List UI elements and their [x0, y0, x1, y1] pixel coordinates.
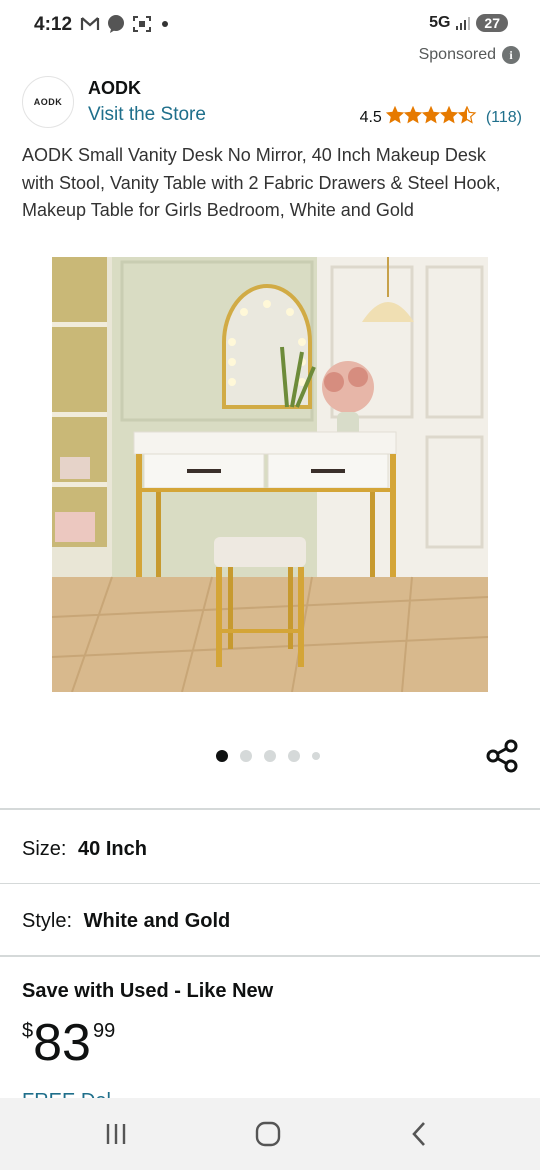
- used-offer-heading: Save with Used - Like New: [22, 980, 274, 1002]
- back-button[interactable]: [400, 1118, 440, 1150]
- section-divider: [0, 883, 540, 884]
- star-rating-icon: [386, 106, 478, 130]
- sponsored-label: Sponsored: [418, 46, 496, 63]
- brand-logo[interactable]: AODK: [22, 76, 74, 128]
- recent-apps-button[interactable]: [96, 1118, 136, 1150]
- style-value: White and Gold: [83, 910, 231, 932]
- used-price: $ 83 99: [22, 1014, 115, 1072]
- price-fraction: 99: [92, 1020, 116, 1042]
- info-icon[interactable]: i: [502, 46, 520, 64]
- status-time: 4:12: [34, 14, 73, 35]
- section-divider: [0, 955, 540, 957]
- rating-summary[interactable]: 4.5 (118): [360, 106, 522, 130]
- back-icon: [412, 1122, 425, 1146]
- network-label: 5G: [429, 14, 451, 31]
- price-whole: 83: [33, 1014, 91, 1072]
- talk-icon: [106, 15, 126, 33]
- system-status: 5G 27: [429, 14, 508, 32]
- gmail-icon: [80, 15, 100, 33]
- brand-logo-text: AODK: [33, 97, 63, 107]
- signal-icon: [456, 16, 471, 30]
- screenshot-icon: [132, 15, 152, 33]
- carousel-dot[interactable]: [312, 752, 320, 760]
- home-button[interactable]: [248, 1118, 288, 1150]
- battery-badge: 27: [476, 14, 508, 32]
- carousel-dot[interactable]: [264, 750, 276, 762]
- style-option[interactable]: Style: White and Gold: [22, 910, 230, 933]
- section-divider: [0, 808, 540, 810]
- size-option[interactable]: Size: 40 Inch: [22, 838, 147, 861]
- carousel-dot[interactable]: [216, 750, 228, 762]
- system-nav-bar: [0, 1098, 540, 1170]
- carousel-dot[interactable]: [288, 750, 300, 762]
- size-label: Size:: [22, 838, 67, 860]
- style-label: Style:: [22, 910, 73, 932]
- rating-value: 4.5: [359, 109, 382, 126]
- vanity-desk-illustration: [52, 257, 488, 692]
- product-title: AODK Small Vanity Desk No Mirror, 40 Inc…: [22, 145, 501, 220]
- visit-store-link[interactable]: Visit the Store: [88, 104, 206, 126]
- status-bar: 4:12 5G 27: [0, 0, 540, 50]
- dot-icon: [162, 21, 168, 27]
- sponsored-indicator[interactable]: Sponsored i: [419, 46, 520, 64]
- recent-apps-icon: [106, 1124, 126, 1144]
- share-icon[interactable]: [484, 738, 520, 774]
- brand-name: AODK: [88, 78, 141, 98]
- home-icon: [255, 1121, 281, 1147]
- image-carousel-indicator[interactable]: [216, 750, 320, 762]
- brand-header: AODK AODK Visit the Store 4.5 (118): [22, 76, 522, 130]
- notification-icons: [80, 15, 168, 33]
- review-count-link[interactable]: (118): [486, 109, 522, 127]
- price-currency: $: [22, 1020, 34, 1042]
- size-value: 40 Inch: [78, 838, 147, 860]
- carousel-dot[interactable]: [240, 750, 252, 762]
- product-image[interactable]: [52, 257, 488, 692]
